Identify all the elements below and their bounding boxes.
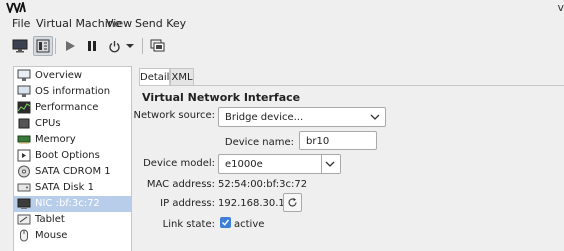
sidebar-item-os-information[interactable]: OS information: [14, 84, 131, 100]
network-source-label: Network source:: [133, 110, 215, 121]
device-name-label: Device name:: [224, 137, 294, 148]
chevron-down-icon: [126, 44, 134, 48]
fullscreen-button[interactable]: [148, 37, 166, 55]
link-state-label: Link state:: [162, 219, 215, 230]
shutdown-button[interactable]: [105, 37, 123, 55]
cdrom-icon: [18, 165, 30, 178]
combo-divider: [321, 155, 322, 173]
cpu-icon: [18, 118, 30, 129]
checkmark-icon: [222, 219, 230, 226]
info-panel-icon: [36, 39, 50, 53]
mac-address-label: MAC address:: [146, 179, 215, 190]
link-state-checkbox[interactable]: [220, 217, 231, 228]
sidebar-item-label: OS information: [35, 86, 111, 97]
sidebar-item-boot-options[interactable]: Boot Options: [14, 148, 131, 164]
sidebar-item-label: Overview: [35, 70, 83, 81]
toolbar-separator: [142, 38, 143, 54]
toolbar: [0, 32, 564, 60]
hardware-list: Overview OS information Performance CPUs…: [13, 66, 132, 251]
shutdown-menu-button[interactable]: [124, 37, 136, 55]
toolbar-separator: [55, 38, 56, 54]
run-button[interactable]: [61, 37, 79, 55]
memory-icon: [17, 135, 31, 144]
tab-details[interactable]: Details: [139, 68, 175, 86]
play-icon: [66, 41, 75, 51]
boot-icon: [17, 149, 31, 162]
sidebar-item-label: Performance: [35, 102, 99, 113]
monitor-icon: [12, 39, 28, 53]
menu-file[interactable]: File: [12, 17, 30, 30]
pause-button[interactable]: [83, 37, 101, 55]
tablet-icon: [17, 214, 31, 225]
link-state-value: active: [234, 219, 265, 230]
section-title: Virtual Network Interface: [142, 91, 301, 104]
overview-icon: [17, 69, 31, 81]
mac-address-value: 52:54:00:bf:3c:72: [218, 179, 308, 190]
sidebar-item-cpus[interactable]: CPUs: [14, 116, 131, 132]
sidebar-item-label: Mouse: [35, 230, 68, 241]
sidebar-item-nic[interactable]: NIC :bf:3c:72: [14, 196, 131, 212]
power-icon: [108, 40, 120, 52]
performance-icon: [17, 101, 31, 114]
sidebar-item-sata-disk-1[interactable]: SATA Disk 1: [14, 180, 131, 196]
ip-address-label: IP address:: [160, 198, 215, 209]
sidebar-item-label: Memory: [35, 134, 76, 145]
device-model-label: Device model:: [143, 158, 215, 169]
disk-icon: [17, 183, 31, 192]
chevron-down-icon: [325, 161, 335, 167]
sidebar-item-label: NIC :bf:3c:72: [35, 198, 100, 209]
menubar: File Virtual Machine View Send Key: [0, 15, 564, 32]
sidebar-item-label: SATA CDROM 1: [35, 166, 111, 177]
network-source-select[interactable]: Bridge device...: [218, 107, 386, 127]
network-source-value: Bridge device...: [225, 112, 304, 123]
sidebar-item-label: Tablet: [35, 214, 65, 225]
device-name-field[interactable]: br10: [299, 131, 377, 150]
refresh-icon: [288, 198, 297, 207]
sidebar-item-sata-cdrom-1[interactable]: SATA CDROM 1: [14, 164, 131, 180]
app-logo-icon: [6, 2, 26, 13]
nic-icon: [17, 198, 31, 209]
sidebar-item-mouse[interactable]: Mouse: [14, 228, 131, 244]
sidebar-item-label: CPUs: [35, 118, 61, 129]
window-titlebar: v: [0, 0, 564, 15]
refresh-ip-button[interactable]: [283, 193, 302, 212]
console-button[interactable]: [11, 37, 29, 55]
device-model-combo[interactable]: e1000e: [218, 154, 341, 174]
tab-xml[interactable]: XML: [170, 68, 194, 86]
window-title: v: [557, 1, 564, 14]
sidebar-item-tablet[interactable]: Tablet: [14, 212, 131, 228]
pause-icon: [88, 41, 96, 51]
details-button[interactable]: [33, 36, 53, 56]
menu-view[interactable]: View: [106, 17, 132, 30]
sidebar-item-overview[interactable]: Overview: [14, 68, 131, 84]
device-model-value: e1000e: [225, 159, 263, 170]
device-name-value: br10: [306, 136, 330, 147]
chevron-down-icon: [370, 114, 380, 120]
sidebar-item-label: SATA Disk 1: [35, 182, 94, 193]
os-info-icon: [17, 85, 31, 97]
mouse-icon: [20, 229, 28, 242]
sidebar-item-performance[interactable]: Performance: [14, 100, 131, 116]
menu-send-key[interactable]: Send Key: [135, 17, 186, 30]
sidebar-item-memory[interactable]: Memory: [14, 132, 131, 148]
screens-icon: [150, 39, 164, 52]
sidebar-item-label: Boot Options: [35, 150, 100, 161]
